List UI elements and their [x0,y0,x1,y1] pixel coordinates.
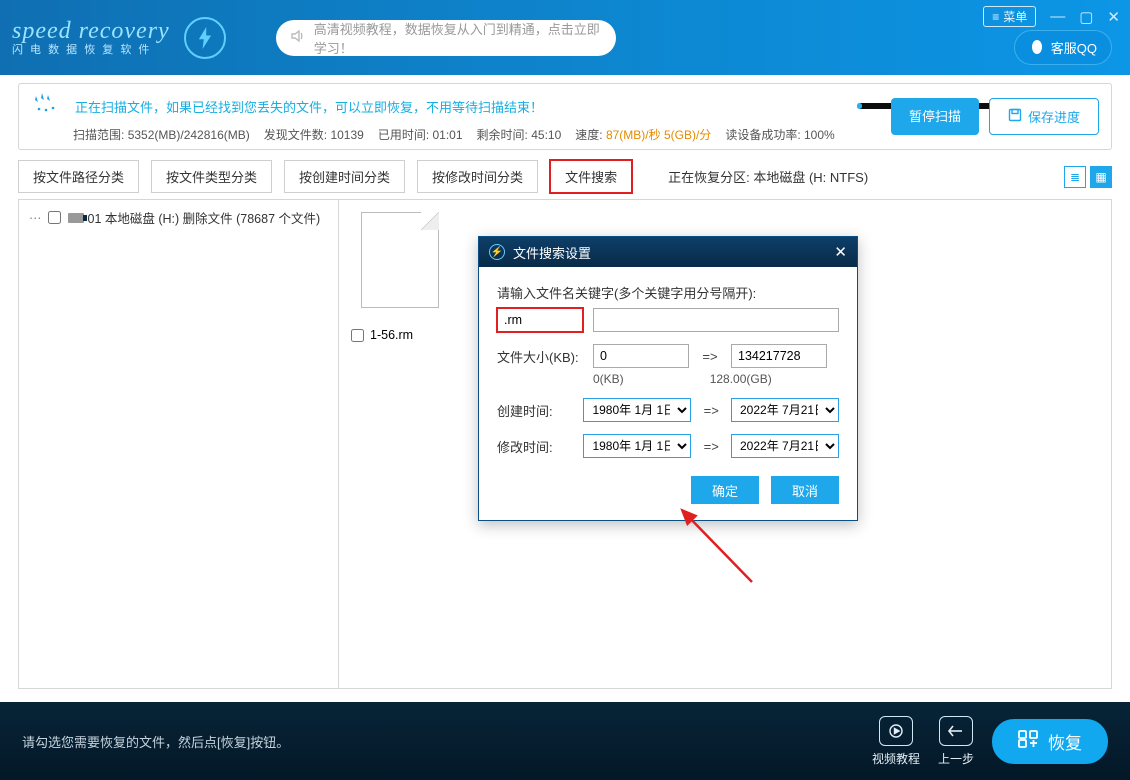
speaker-icon [290,28,306,47]
mtime-to-select[interactable]: 2022年 7月21日 [731,434,839,458]
scan-status-panel: 正在扫描文件，如果已经找到您丢失的文件，可以立即恢复，不用等待扫描结束！ 暂停扫… [18,83,1112,150]
back-icon [939,716,973,746]
category-tabs: 按文件路径分类 按文件类型分类 按创建时间分类 按修改时间分类 文件搜索 正在恢… [0,150,1130,193]
recover-button[interactable]: 恢复 [992,719,1108,764]
file-item[interactable]: 1-56.rm [351,212,449,342]
tab-by-modified[interactable]: 按修改时间分类 [417,160,538,193]
play-icon [879,716,913,746]
bolt-icon: ⚡ [489,244,505,260]
scan-message: 正在扫描文件，如果已经找到您丢失的文件，可以立即恢复，不用等待扫描结束！ [75,97,543,116]
minimize-button[interactable]: — [1050,8,1065,25]
file-thumbnail [361,212,439,308]
dialog-close-button[interactable]: ✕ [834,243,847,261]
ctime-to-select[interactable]: 2022年 7月21日 [731,398,839,422]
ctime-from-select[interactable]: 1980年 1月 1日 [583,398,691,422]
recover-icon [1018,730,1038,753]
customer-service-button[interactable]: 客服QQ [1014,30,1112,65]
promo-banner[interactable]: 高清视频教程，数据恢复从入门到精通，点击立即学习！ [276,20,616,56]
keyword-input[interactable] [497,308,583,332]
dialog-title: 文件搜索设置 [513,243,591,262]
view-grid-button[interactable]: ▦ [1090,166,1112,188]
annotation-arrow [672,502,762,592]
tab-by-type[interactable]: 按文件类型分类 [151,160,272,193]
tab-by-created[interactable]: 按创建时间分类 [284,160,405,193]
brand-subtitle: 闪 电 数 据 恢 复 软 件 [12,45,170,56]
maximize-button[interactable]: ▢ [1079,8,1093,26]
bolt-icon [184,17,226,59]
dialog-titlebar[interactable]: ⚡ 文件搜索设置 ✕ [479,237,857,267]
file-name: 1-56.rm [370,328,413,342]
folder-tree[interactable]: ⋯ 01 本地磁盘 (H:) 删除文件 (78687 个文件) [19,200,339,688]
save-progress-button[interactable]: 保存进度 [989,98,1099,135]
pause-scan-button[interactable]: 暂停扫描 [891,98,979,135]
tab-file-search[interactable]: 文件搜索 [550,160,632,193]
brand: speed recovery 闪 电 数 据 恢 复 软 件 [12,17,226,59]
size-to-input[interactable] [731,344,827,368]
mtime-from-select[interactable]: 1980年 1月 1日 [583,434,691,458]
cancel-button[interactable]: 取消 [771,476,839,504]
file-checkbox[interactable] [351,329,364,342]
size-label: 文件大小(KB): [497,347,583,366]
ok-button[interactable]: 确定 [691,476,759,504]
brand-name: speed recovery [12,19,170,43]
penguin-icon [1029,37,1045,58]
partition-info: 正在恢复分区: 本地磁盘 (H: NTFS) [668,167,868,186]
arrow-icon: => [701,403,721,418]
tree-root-node[interactable]: ⋯ 01 本地磁盘 (H:) 删除文件 (78687 个文件) [29,208,328,227]
tab-by-path[interactable]: 按文件路径分类 [18,160,139,193]
menu-button[interactable]: ≡菜单 [983,6,1036,27]
mtime-label: 修改时间: [497,437,573,456]
footer-bar: 请勾选您需要恢复的文件，然后点[恢复]按钮。 视频教程 上一步 恢复 [0,702,1130,780]
tree-node-label: 01 本地磁盘 (H:) 删除文件 (78687 个文件) [88,208,321,227]
disk-icon [68,213,84,223]
keyword-input-extra[interactable] [593,308,839,332]
close-button[interactable]: ✕ [1107,8,1120,26]
size-from-input[interactable] [593,344,689,368]
title-bar: speed recovery 闪 电 数 据 恢 复 软 件 高清视频教程，数据… [0,0,1130,75]
promo-text: 高清视频教程，数据恢复从入门到精通，点击立即学习！ [314,19,602,57]
arrow-icon: => [701,439,721,454]
size-to-hint: 128.00(GB) [710,372,772,386]
video-tutorial-button[interactable]: 视频教程 [872,716,920,767]
footer-hint: 请勾选您需要恢复的文件，然后点[恢复]按钮。 [22,732,289,751]
arrow-icon: => [699,349,721,364]
save-icon [1008,108,1022,125]
back-button[interactable]: 上一步 [938,716,974,767]
file-search-dialog: ⚡ 文件搜索设置 ✕ 请输入文件名关键字(多个关键字用分号隔开): 文件大小(K… [478,236,858,521]
ctime-label: 创建时间: [497,401,573,420]
view-list-button[interactable]: ≣ [1064,166,1086,188]
size-from-hint: 0(KB) [593,372,624,386]
tree-node-checkbox[interactable] [48,211,61,224]
keyword-label: 请输入文件名关键字(多个关键字用分号隔开): [497,283,839,302]
scan-animation-icon [33,92,61,120]
